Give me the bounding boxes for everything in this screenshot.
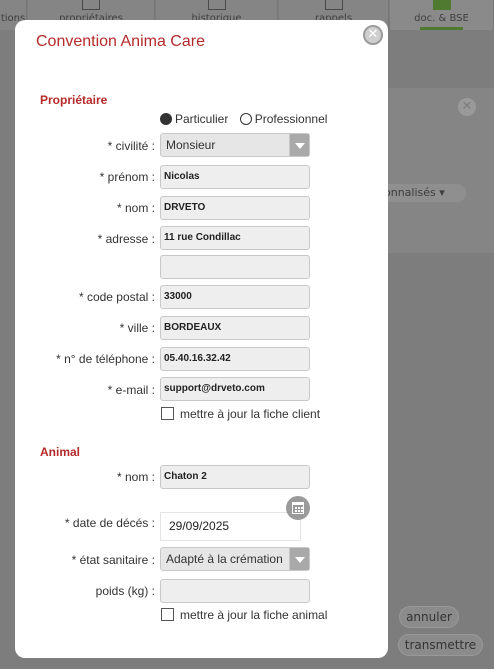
email-field[interactable]: support@drveto.com [160, 377, 310, 401]
telephone-field[interactable]: 05.40.16.32.42 [160, 347, 310, 371]
animal-nom-field[interactable]: Chaton 2 [160, 465, 310, 489]
send-button[interactable]: transmettre [398, 634, 483, 656]
checkbox-icon [161, 407, 174, 420]
owner-section-title: Propriétaire [40, 93, 108, 107]
calendar-icon [292, 502, 304, 514]
chevron-down-icon [289, 548, 309, 570]
ville-label: * ville : [119, 321, 155, 335]
date-deces-label: * date de décés : [64, 516, 155, 530]
close-icon[interactable]: ✕ [458, 98, 476, 116]
nom-field[interactable]: DRVETO [160, 196, 310, 220]
civilite-label: * civilité : [107, 139, 155, 153]
background-panel: ✕ onnalisés ▾ [370, 88, 494, 253]
tab-label: doc. & BSE [414, 13, 469, 24]
etat-sanitaire-value: Adapté à la crémation [166, 552, 283, 566]
etat-sanitaire-label: * état sanitaire : [71, 553, 155, 567]
adresse-field[interactable]: 11 rue Condillac [160, 226, 310, 250]
prenom-label: * prénom : [99, 170, 155, 184]
checkbox-icon [161, 608, 174, 621]
poids-label: poids (kg) : [95, 584, 155, 598]
etat-sanitaire-select[interactable]: Adapté à la crémation [160, 547, 310, 571]
close-icon[interactable]: ✕ [363, 25, 383, 45]
radio-label: Professionnel [254, 112, 328, 126]
calendar-icon [324, 0, 343, 10]
radio-selected-icon [160, 113, 172, 125]
radio-label: Particulier [175, 112, 229, 126]
poids-field[interactable] [160, 579, 310, 603]
document-icon [432, 0, 451, 10]
radio-unselected-icon [239, 113, 252, 125]
email-label: * e-mail : [107, 383, 155, 397]
tab-doc-bse[interactable]: doc. & BSE [390, 0, 494, 30]
update-client-checkbox[interactable]: mettre à jour la fiche client [161, 407, 320, 421]
checkbox-label: mettre à jour la fiche client [180, 407, 321, 421]
civilite-value: Monsieur [166, 138, 216, 152]
history-icon [207, 0, 226, 10]
ville-field[interactable]: BORDEAUX [160, 316, 310, 340]
people-icon [82, 0, 100, 10]
modal-title: Convention Anima Care [36, 33, 205, 50]
chevron-down-icon [289, 134, 309, 156]
update-animal-checkbox[interactable]: mettre à jour la fiche animal [161, 608, 327, 622]
adresse-label: * adresse : [97, 232, 155, 246]
code-postal-label: * code postal : [78, 290, 155, 304]
code-postal-field[interactable]: 33000 [160, 285, 310, 309]
calendar-button[interactable] [286, 496, 310, 520]
radio-particulier[interactable]: Particulier [160, 112, 228, 126]
convention-modal: Convention Anima Care ✕ Propriétaire Par… [15, 20, 388, 658]
telephone-label: * n° de téléphone : [56, 352, 155, 366]
adresse-line2-field[interactable] [160, 255, 310, 279]
animal-nom-label: * nom : [116, 470, 155, 484]
checkbox-label: mettre à jour la fiche animal [180, 608, 328, 622]
civilite-select[interactable]: Monsieur [160, 133, 310, 157]
prenom-field[interactable]: Nicolas [160, 165, 310, 189]
active-tab-indicator [420, 27, 463, 30]
nom-label: * nom : [116, 201, 155, 215]
radio-professionnel[interactable]: Professionnel [239, 112, 328, 126]
cancel-button[interactable]: annuler [399, 606, 459, 628]
animal-section-title: Animal [40, 445, 81, 459]
owner-type-radio-group: Particulier Professionnel [160, 112, 335, 126]
date-deces-field[interactable]: 29/09/2025 [160, 512, 301, 541]
